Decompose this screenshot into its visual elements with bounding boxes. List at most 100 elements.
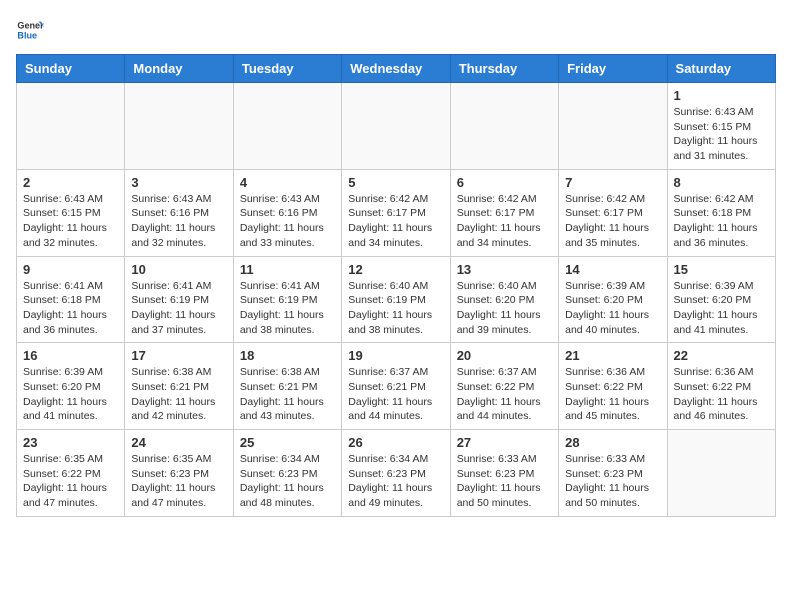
day-number: 24 — [131, 435, 226, 450]
calendar-cell: 3 Sunrise: 6:43 AM Sunset: 6:16 PM Daylig… — [125, 169, 233, 256]
day-number: 9 — [23, 262, 118, 277]
calendar-cell — [450, 83, 558, 170]
calendar-week-row: 2 Sunrise: 6:43 AM Sunset: 6:15 PM Daylig… — [17, 169, 776, 256]
calendar-cell — [667, 430, 775, 517]
day-number: 21 — [565, 348, 660, 363]
calendar-week-row: 9 Sunrise: 6:41 AM Sunset: 6:18 PM Daylig… — [17, 256, 776, 343]
calendar-cell: 12 Sunrise: 6:40 AM Sunset: 6:19 PM Dayli… — [342, 256, 450, 343]
page-header: General Blue — [16, 16, 776, 44]
day-info: Sunrise: 6:35 AM Sunset: 6:22 PM Dayligh… — [23, 452, 118, 511]
day-info: Sunrise: 6:39 AM Sunset: 6:20 PM Dayligh… — [674, 279, 769, 338]
weekday-header-friday: Friday — [559, 55, 667, 83]
calendar-table: SundayMondayTuesdayWednesdayThursdayFrid… — [16, 54, 776, 517]
day-info: Sunrise: 6:43 AM Sunset: 6:15 PM Dayligh… — [674, 105, 769, 164]
calendar-cell: 20 Sunrise: 6:37 AM Sunset: 6:22 PM Dayli… — [450, 343, 558, 430]
day-info: Sunrise: 6:34 AM Sunset: 6:23 PM Dayligh… — [348, 452, 443, 511]
day-info: Sunrise: 6:37 AM Sunset: 6:21 PM Dayligh… — [348, 365, 443, 424]
calendar-cell: 27Sunrise: 6:33 AM Sunset: 6:23 PM Dayli… — [450, 430, 558, 517]
day-number: 4 — [240, 175, 335, 190]
day-number: 20 — [457, 348, 552, 363]
day-number: 2 — [23, 175, 118, 190]
day-info: Sunrise: 6:39 AM Sunset: 6:20 PM Dayligh… — [23, 365, 118, 424]
svg-text:Blue: Blue — [17, 30, 37, 40]
day-number: 18 — [240, 348, 335, 363]
day-info: Sunrise: 6:41 AM Sunset: 6:18 PM Dayligh… — [23, 279, 118, 338]
weekday-header-wednesday: Wednesday — [342, 55, 450, 83]
weekday-header-thursday: Thursday — [450, 55, 558, 83]
day-number: 3 — [131, 175, 226, 190]
day-number: 13 — [457, 262, 552, 277]
calendar-week-row: 16 Sunrise: 6:39 AM Sunset: 6:20 PM Dayli… — [17, 343, 776, 430]
day-number: 19 — [348, 348, 443, 363]
calendar-week-row: 23Sunrise: 6:35 AM Sunset: 6:22 PM Dayli… — [17, 430, 776, 517]
day-number: 14 — [565, 262, 660, 277]
day-number: 12 — [348, 262, 443, 277]
calendar-cell: 10 Sunrise: 6:41 AM Sunset: 6:19 PM Dayli… — [125, 256, 233, 343]
day-number: 5 — [348, 175, 443, 190]
weekday-header-sunday: Sunday — [17, 55, 125, 83]
day-info: Sunrise: 6:41 AM Sunset: 6:19 PM Dayligh… — [131, 279, 226, 338]
day-info: Sunrise: 6:37 AM Sunset: 6:22 PM Dayligh… — [457, 365, 552, 424]
calendar-cell: 14 Sunrise: 6:39 AM Sunset: 6:20 PM Dayli… — [559, 256, 667, 343]
calendar-cell: 22Sunrise: 6:36 AM Sunset: 6:22 PM Dayli… — [667, 343, 775, 430]
weekday-header-row: SundayMondayTuesdayWednesdayThursdayFrid… — [17, 55, 776, 83]
calendar-cell — [233, 83, 341, 170]
calendar-cell — [559, 83, 667, 170]
day-info: Sunrise: 6:36 AM Sunset: 6:22 PM Dayligh… — [674, 365, 769, 424]
day-info: Sunrise: 6:40 AM Sunset: 6:20 PM Dayligh… — [457, 279, 552, 338]
day-number: 6 — [457, 175, 552, 190]
calendar-cell — [125, 83, 233, 170]
day-number: 8 — [674, 175, 769, 190]
day-info: Sunrise: 6:42 AM Sunset: 6:17 PM Dayligh… — [565, 192, 660, 251]
day-info: Sunrise: 6:40 AM Sunset: 6:19 PM Dayligh… — [348, 279, 443, 338]
day-info: Sunrise: 6:43 AM Sunset: 6:16 PM Dayligh… — [240, 192, 335, 251]
calendar-cell — [342, 83, 450, 170]
calendar-cell: 16 Sunrise: 6:39 AM Sunset: 6:20 PM Dayli… — [17, 343, 125, 430]
day-info: Sunrise: 6:33 AM Sunset: 6:23 PM Dayligh… — [565, 452, 660, 511]
day-number: 11 — [240, 262, 335, 277]
calendar-cell: 25 Sunrise: 6:34 AM Sunset: 6:23 PM Dayli… — [233, 430, 341, 517]
calendar-cell: 23Sunrise: 6:35 AM Sunset: 6:22 PM Dayli… — [17, 430, 125, 517]
day-info: Sunrise: 6:42 AM Sunset: 6:17 PM Dayligh… — [348, 192, 443, 251]
weekday-header-tuesday: Tuesday — [233, 55, 341, 83]
calendar-cell: 28 Sunrise: 6:33 AM Sunset: 6:23 PM Dayli… — [559, 430, 667, 517]
day-number: 28 — [565, 435, 660, 450]
calendar-cell: 9 Sunrise: 6:41 AM Sunset: 6:18 PM Daylig… — [17, 256, 125, 343]
day-info: Sunrise: 6:36 AM Sunset: 6:22 PM Dayligh… — [565, 365, 660, 424]
calendar-cell: 2 Sunrise: 6:43 AM Sunset: 6:15 PM Daylig… — [17, 169, 125, 256]
calendar-cell: 1 Sunrise: 6:43 AM Sunset: 6:15 PM Daylig… — [667, 83, 775, 170]
calendar-cell — [17, 83, 125, 170]
day-number: 27 — [457, 435, 552, 450]
day-info: Sunrise: 6:34 AM Sunset: 6:23 PM Dayligh… — [240, 452, 335, 511]
calendar-cell: 4 Sunrise: 6:43 AM Sunset: 6:16 PM Daylig… — [233, 169, 341, 256]
day-info: Sunrise: 6:39 AM Sunset: 6:20 PM Dayligh… — [565, 279, 660, 338]
day-info: Sunrise: 6:43 AM Sunset: 6:15 PM Dayligh… — [23, 192, 118, 251]
calendar-cell: 15 Sunrise: 6:39 AM Sunset: 6:20 PM Dayli… — [667, 256, 775, 343]
day-number: 10 — [131, 262, 226, 277]
calendar-cell: 8Sunrise: 6:42 AM Sunset: 6:18 PM Daylig… — [667, 169, 775, 256]
day-info: Sunrise: 6:38 AM Sunset: 6:21 PM Dayligh… — [240, 365, 335, 424]
calendar-cell: 17Sunrise: 6:38 AM Sunset: 6:21 PM Dayli… — [125, 343, 233, 430]
day-info: Sunrise: 6:38 AM Sunset: 6:21 PM Dayligh… — [131, 365, 226, 424]
logo-icon: General Blue — [16, 16, 44, 44]
day-number: 1 — [674, 88, 769, 103]
weekday-header-saturday: Saturday — [667, 55, 775, 83]
day-info: Sunrise: 6:42 AM Sunset: 6:17 PM Dayligh… — [457, 192, 552, 251]
calendar-cell: 18 Sunrise: 6:38 AM Sunset: 6:21 PM Dayli… — [233, 343, 341, 430]
day-info: Sunrise: 6:35 AM Sunset: 6:23 PM Dayligh… — [131, 452, 226, 511]
day-number: 15 — [674, 262, 769, 277]
day-number: 25 — [240, 435, 335, 450]
calendar-cell: 11Sunrise: 6:41 AM Sunset: 6:19 PM Dayli… — [233, 256, 341, 343]
calendar-cell: 6 Sunrise: 6:42 AM Sunset: 6:17 PM Daylig… — [450, 169, 558, 256]
calendar-cell: 24 Sunrise: 6:35 AM Sunset: 6:23 PM Dayli… — [125, 430, 233, 517]
calendar-cell: 7Sunrise: 6:42 AM Sunset: 6:17 PM Daylig… — [559, 169, 667, 256]
calendar-cell: 26Sunrise: 6:34 AM Sunset: 6:23 PM Dayli… — [342, 430, 450, 517]
calendar-cell: 13 Sunrise: 6:40 AM Sunset: 6:20 PM Dayli… — [450, 256, 558, 343]
calendar-week-row: 1 Sunrise: 6:43 AM Sunset: 6:15 PM Daylig… — [17, 83, 776, 170]
day-info: Sunrise: 6:43 AM Sunset: 6:16 PM Dayligh… — [131, 192, 226, 251]
logo: General Blue — [16, 16, 48, 44]
calendar-cell: 5 Sunrise: 6:42 AM Sunset: 6:17 PM Daylig… — [342, 169, 450, 256]
day-number: 16 — [23, 348, 118, 363]
weekday-header-monday: Monday — [125, 55, 233, 83]
calendar-cell: 19 Sunrise: 6:37 AM Sunset: 6:21 PM Dayli… — [342, 343, 450, 430]
